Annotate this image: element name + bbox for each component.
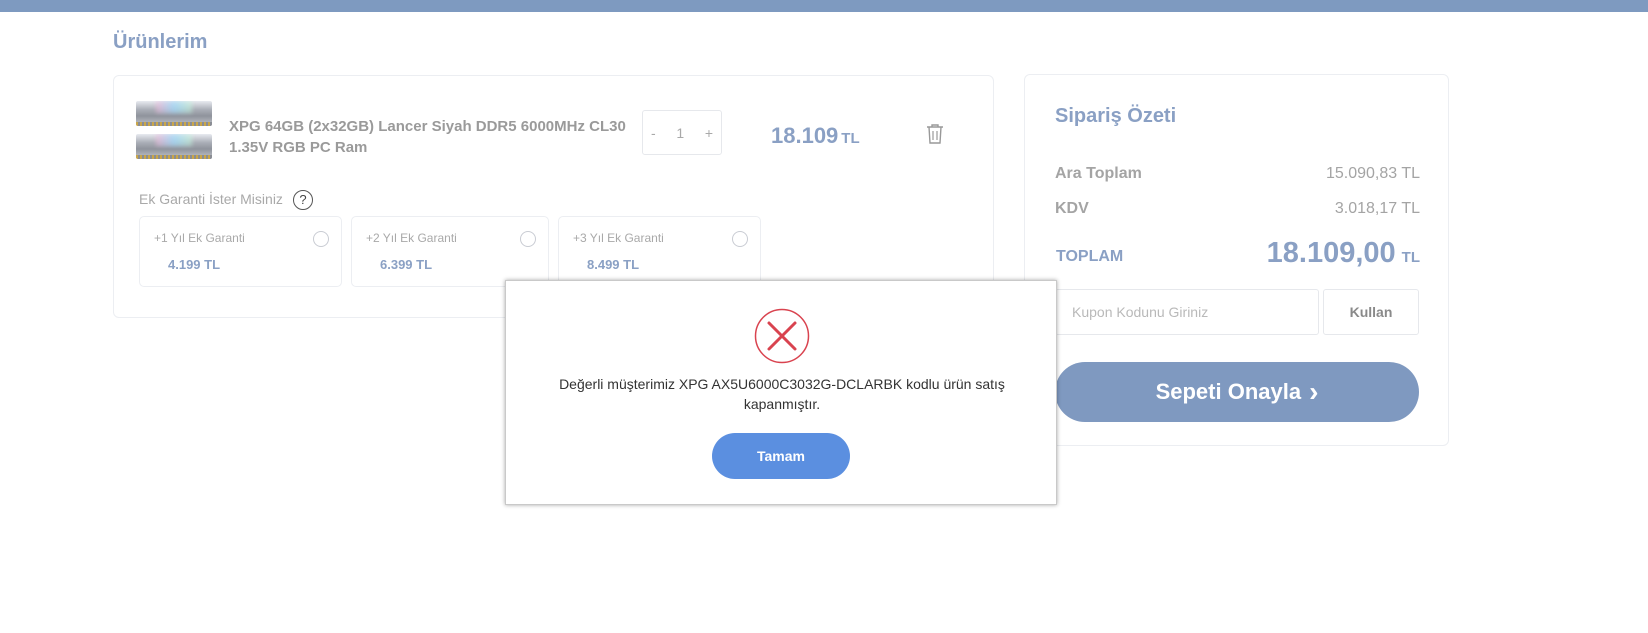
warranty-option-radio[interactable] (520, 231, 536, 247)
warranty-option-label: +3 Yıl Ek Garanti (573, 231, 664, 245)
warranty-option-price: 4.199 TL (168, 257, 221, 272)
warranty-title: Ek Garanti İster Misiniz (139, 191, 283, 207)
product-price: 18.109 TL (771, 123, 860, 149)
error-dialog: Değerli müşterimiz XPG AX5U6000C3032G-DC… (505, 280, 1057, 505)
quantity-stepper: - 1 + (642, 110, 722, 155)
order-summary-card: Sipariş Özeti Ara Toplam 15.090,83 TL KD… (1024, 74, 1449, 446)
product-price-currency: TL (841, 130, 860, 147)
confirm-cart-button[interactable]: Sepeti Onayla › (1055, 362, 1419, 422)
warranty-option-1[interactable]: +1 Yıl Ek Garanti 4.199 TL (139, 216, 342, 287)
quantity-increase-button[interactable]: + (705, 125, 713, 141)
warranty-option-price: 6.399 TL (380, 257, 433, 272)
subtotal-value: 15.090,83 TL (1325, 165, 1420, 182)
help-icon[interactable]: ? (293, 190, 313, 210)
total-currency: TL (1401, 249, 1420, 266)
top-bar (0, 0, 1648, 12)
product-price-value: 18.109 (771, 123, 839, 148)
tax-row: KDV 3.018,17 TL (1055, 200, 1420, 218)
quantity-value[interactable]: 1 (676, 125, 684, 141)
tax-value: 3.018,17 TL (1334, 200, 1420, 217)
tax-label: KDV (1055, 200, 1089, 217)
warranty-option-price: 8.499 TL (587, 257, 640, 272)
total-value: 18.109,00 (1266, 237, 1396, 269)
total-row: TOPLAM 18.109,00 TL (1056, 237, 1420, 270)
chevron-right-icon: › (1309, 376, 1319, 407)
ram-module-image[interactable] (136, 101, 212, 161)
total-label: TOPLAM (1056, 248, 1124, 265)
warranty-option-label: +1 Yıl Ek Garanti (154, 231, 245, 245)
subtotal-label: Ara Toplam (1055, 165, 1142, 182)
product-name[interactable]: XPG 64GB (2x32GB) Lancer Siyah DDR5 6000… (229, 116, 629, 158)
confirm-cart-label: Sepeti Onayla (1155, 379, 1302, 404)
trash-icon[interactable] (925, 123, 945, 145)
warranty-option-radio[interactable] (732, 231, 748, 247)
total-amount: 18.109,00 TL (1267, 237, 1420, 270)
coupon-input[interactable] (1055, 289, 1319, 335)
subtotal-row: Ara Toplam 15.090,83 TL (1055, 165, 1420, 183)
warranty-option-3[interactable]: +3 Yıl Ek Garanti 8.499 TL (558, 216, 761, 287)
error-x-icon (754, 308, 810, 364)
warranty-option-2[interactable]: +2 Yıl Ek Garanti 6.399 TL (351, 216, 549, 287)
quantity-decrease-button[interactable]: - (651, 125, 656, 141)
dialog-message: Değerli müşterimiz XPG AX5U6000C3032G-DC… (559, 376, 1005, 412)
ok-button[interactable]: Tamam (712, 433, 850, 479)
warranty-option-radio[interactable] (313, 231, 329, 247)
page-title: Ürünlerim (113, 31, 208, 53)
summary-title: Sipariş Özeti (1055, 105, 1177, 127)
apply-coupon-button[interactable]: Kullan (1323, 289, 1419, 335)
warranty-option-label: +2 Yıl Ek Garanti (366, 231, 457, 245)
